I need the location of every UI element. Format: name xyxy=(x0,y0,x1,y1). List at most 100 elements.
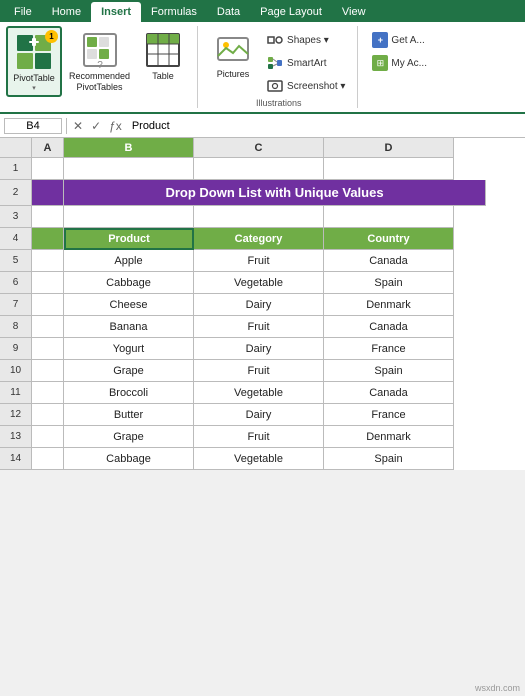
data-rows: 5 Apple Fruit Canada 6 Cabbage Vegetable… xyxy=(0,250,525,470)
row-header-10: 10 xyxy=(0,360,32,382)
my-addins-button[interactable]: ⊞ My Ac... xyxy=(368,53,431,73)
cell-c12[interactable]: Dairy xyxy=(194,404,324,426)
cell-d8[interactable]: Canada xyxy=(324,316,454,338)
cell-c1[interactable] xyxy=(194,158,324,180)
cell-a1[interactable] xyxy=(32,158,64,180)
table-row: 10 Grape Fruit Spain xyxy=(0,360,525,382)
cell-a3[interactable] xyxy=(32,206,64,228)
illustrations-group-label: Illustrations xyxy=(208,98,349,108)
cell-title[interactable]: Drop Down List with Unique Values xyxy=(64,180,486,206)
table-row: 14 Cabbage Vegetable Spain xyxy=(0,448,525,470)
pivottable-button[interactable]: 1 PivotTable ▾ xyxy=(6,26,62,97)
cell-b6[interactable]: Cabbage xyxy=(64,272,194,294)
tab-insert[interactable]: Insert xyxy=(91,2,141,22)
cell-b11[interactable]: Broccoli xyxy=(64,382,194,404)
tab-page-layout[interactable]: Page Layout xyxy=(250,2,332,22)
cell-a14[interactable] xyxy=(32,448,64,470)
confirm-formula-button[interactable]: ✓ xyxy=(89,119,103,133)
corner-cell xyxy=(0,138,32,158)
cell-d3[interactable] xyxy=(324,206,454,228)
col-header-d[interactable]: D xyxy=(324,138,454,158)
cell-d7[interactable]: Denmark xyxy=(324,294,454,316)
ribbon-content: 1 PivotTable ▾ ? RecommendedPivotTable xyxy=(0,22,525,114)
cell-b8[interactable]: Banana xyxy=(64,316,194,338)
cell-b7[interactable]: Cheese xyxy=(64,294,194,316)
cell-d13[interactable]: Denmark xyxy=(324,426,454,448)
cell-d1[interactable] xyxy=(324,158,454,180)
cell-c4[interactable]: Category xyxy=(194,228,324,250)
cell-b1[interactable] xyxy=(64,158,194,180)
cell-a12[interactable] xyxy=(32,404,64,426)
cell-d12[interactable]: France xyxy=(324,404,454,426)
cell-d14[interactable]: Spain xyxy=(324,448,454,470)
cell-b3[interactable] xyxy=(64,206,194,228)
cell-c9[interactable]: Dairy xyxy=(194,338,324,360)
cell-a6[interactable] xyxy=(32,272,64,294)
cell-a4[interactable] xyxy=(32,228,64,250)
col-header-a[interactable]: A xyxy=(32,138,64,158)
row-header-5: 5 xyxy=(0,250,32,272)
table-button[interactable]: Table xyxy=(137,26,189,84)
cell-c6[interactable]: Vegetable xyxy=(194,272,324,294)
tab-formulas[interactable]: Formulas xyxy=(141,2,207,22)
cell-a10[interactable] xyxy=(32,360,64,382)
recommended-pivottables-button[interactable]: ? RecommendedPivotTables xyxy=(64,26,135,96)
pictures-button[interactable]: Pictures xyxy=(208,26,258,82)
smartart-button[interactable]: SmartArt xyxy=(262,53,349,73)
pivottable-arrow: ▾ xyxy=(32,84,36,92)
cell-d4[interactable]: Country xyxy=(324,228,454,250)
cell-c3[interactable] xyxy=(194,206,324,228)
cell-d9[interactable]: France xyxy=(324,338,454,360)
cell-c10[interactable]: Fruit xyxy=(194,360,324,382)
cell-b10[interactable]: Grape xyxy=(64,360,194,382)
cell-b5[interactable]: Apple xyxy=(64,250,194,272)
tab-data[interactable]: Data xyxy=(207,2,250,22)
cell-d11[interactable]: Canada xyxy=(324,382,454,404)
cell-a9[interactable] xyxy=(32,338,64,360)
insert-function-button[interactable]: ƒx xyxy=(107,119,124,133)
formula-bar: B4 ✕ ✓ ƒx Product xyxy=(0,114,525,138)
cell-b13[interactable]: Grape xyxy=(64,426,194,448)
cell-d6[interactable]: Spain xyxy=(324,272,454,294)
cell-b4[interactable]: Product xyxy=(64,228,194,250)
cell-c13[interactable]: Fruit xyxy=(194,426,324,448)
cell-a11[interactable] xyxy=(32,382,64,404)
get-addins-button[interactable]: + Get A... xyxy=(368,30,431,50)
row-header-12: 12 xyxy=(0,404,32,426)
cell-d5[interactable]: Canada xyxy=(324,250,454,272)
cell-a7[interactable] xyxy=(32,294,64,316)
cell-c11[interactable]: Vegetable xyxy=(194,382,324,404)
cancel-formula-button[interactable]: ✕ xyxy=(71,119,85,133)
cell-a5[interactable] xyxy=(32,250,64,272)
cell-a13[interactable] xyxy=(32,426,64,448)
cell-c8[interactable]: Fruit xyxy=(194,316,324,338)
cell-a8[interactable] xyxy=(32,316,64,338)
table-row: 12 Butter Dairy France xyxy=(0,404,525,426)
illustrations-group: Pictures Shapes ▾ xyxy=(204,26,358,108)
cell-c5[interactable]: Fruit xyxy=(194,250,324,272)
row-3: 3 xyxy=(0,206,525,228)
cell-a2[interactable] xyxy=(32,180,64,206)
table-row: 11 Broccoli Vegetable Canada xyxy=(0,382,525,404)
row-header-2: 2 xyxy=(0,180,32,206)
cell-reference-box[interactable]: B4 xyxy=(4,118,62,134)
screenshot-button[interactable]: Screenshot ▾ xyxy=(262,76,349,96)
col-header-c[interactable]: C xyxy=(194,138,324,158)
cell-d10[interactable]: Spain xyxy=(324,360,454,382)
cell-c14[interactable]: Vegetable xyxy=(194,448,324,470)
formula-value: Product xyxy=(128,119,521,133)
cell-c7[interactable]: Dairy xyxy=(194,294,324,316)
tab-view[interactable]: View xyxy=(332,2,376,22)
tab-file[interactable]: File xyxy=(4,2,42,22)
pictures-icon xyxy=(213,29,253,69)
table-row: 9 Yogurt Dairy France xyxy=(0,338,525,360)
col-header-b[interactable]: B xyxy=(64,138,194,158)
row-2: 2 Drop Down List with Unique Values xyxy=(0,180,525,206)
cell-b9[interactable]: Yogurt xyxy=(64,338,194,360)
pictures-label: Pictures xyxy=(217,69,250,79)
cell-b12[interactable]: Butter xyxy=(64,404,194,426)
tab-home[interactable]: Home xyxy=(42,2,91,22)
addins-group: + Get A... ⊞ My Ac... xyxy=(360,26,439,108)
cell-b14[interactable]: Cabbage xyxy=(64,448,194,470)
shapes-button[interactable]: Shapes ▾ xyxy=(262,30,349,50)
